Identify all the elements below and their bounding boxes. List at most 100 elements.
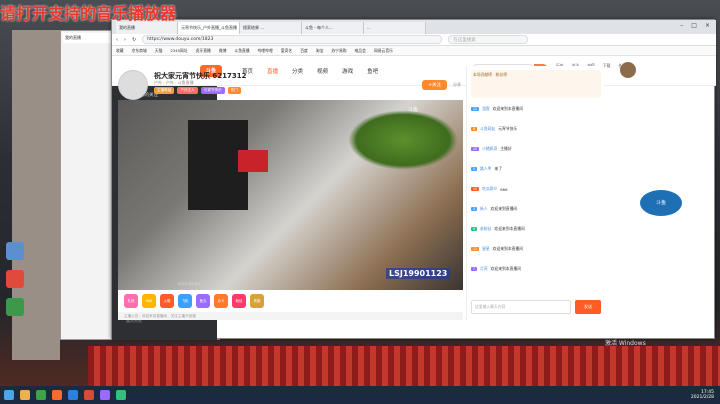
chat-user[interactable]: 斗鱼网友 (480, 126, 495, 132)
browser-tab-active[interactable]: 元宵节快乐_户外直播_斗鱼直播 (178, 22, 240, 34)
browser-tab[interactable]: 搜索结果 ... (240, 22, 302, 34)
browser-tab[interactable]: ... (364, 22, 426, 34)
level-badge: 9 (471, 227, 478, 231)
gift-bar: 礼物 666 火箭 飞机 鱼丸 办卡 粉丝 贵族 (118, 290, 463, 312)
video-player[interactable]: 斗鱼 2021.02.28 LSJ19901123 (118, 100, 463, 290)
bookmark[interactable]: 虎牙直播 (196, 48, 211, 54)
bookmark[interactable]: 哔哩哔哩 (258, 48, 273, 54)
chat-user[interactable]: 小猪佩奇 (482, 146, 497, 152)
chat-message: 12 游客 欢迎来到本直播间 (471, 106, 523, 112)
desktop-icon[interactable] (6, 242, 24, 260)
video-content (238, 150, 268, 172)
level-badge: 8 (471, 127, 478, 131)
chat-text: 主播好 (500, 146, 512, 151)
chat-user[interactable]: 吃瓜群众 (482, 186, 497, 192)
bookmark[interactable]: 淘宝 (316, 48, 324, 54)
overlay-title: 请打开支持的音乐播放器 (0, 4, 177, 23)
activate-windows-watermark: 激活 Windows (605, 340, 646, 347)
rank-board[interactable]: 本场贡献榜 · 粉丝榜 (471, 70, 601, 98)
app-icon[interactable] (100, 390, 110, 400)
chat-message: 8 斗鱼网友 元宵节快乐 (471, 126, 517, 132)
bookmark[interactable]: 2345网址 (170, 48, 187, 54)
desktop-icon[interactable] (6, 270, 24, 288)
bookmark[interactable]: 苏宁易购 (331, 48, 346, 54)
bookmark[interactable]: 京东商城 (132, 48, 147, 54)
chat-text: 欢迎来到本直播间 (490, 266, 521, 271)
room-meta: 户外 · 户外 · 斗鱼直播 (154, 80, 194, 85)
folder-icon[interactable] (20, 390, 30, 400)
follow-button[interactable]: +关注 (422, 80, 447, 90)
window-controls: – □ × (680, 22, 710, 29)
bookmarks-bar: 收藏 京东商城 天猫 2345网址 虎牙直播 微博 斗鱼直播 哔哩哔哩 爱奇艺 … (112, 46, 716, 56)
close-icon[interactable]: × (705, 22, 710, 29)
gift-item[interactable]: 飞机 (178, 294, 192, 308)
maximize-icon[interactable]: □ (691, 22, 697, 29)
gift-item[interactable]: 鱼丸 (196, 294, 210, 308)
start-icon[interactable] (4, 390, 14, 400)
user-avatar[interactable] (620, 62, 636, 78)
gift-item[interactable]: 礼物 (124, 294, 138, 308)
gift-item[interactable]: 办卡 (214, 294, 228, 308)
bookmark[interactable]: 微博 (219, 48, 227, 54)
app-icon[interactable] (68, 390, 78, 400)
chat-input[interactable]: 这里输入聊天内容 (471, 300, 571, 314)
video-watermark: 斗鱼 (408, 107, 419, 113)
chat-user[interactable]: 老粉丝 (480, 226, 491, 232)
chat-user[interactable]: 星星 (482, 246, 490, 252)
browser-search-input[interactable]: 在这里搜索 (448, 35, 529, 44)
gift-item[interactable]: 贵族 (250, 294, 264, 308)
chat-message: 11 星星 欢迎来到本直播间 (471, 246, 523, 252)
chat-user[interactable]: 月亮 (480, 266, 488, 272)
app-icon[interactable] (116, 390, 126, 400)
video-content (348, 110, 458, 170)
chat-text: 来了 (494, 166, 503, 171)
browser-tab[interactable]: 斗鱼 - 每个人... (302, 22, 364, 34)
chat-text: 欢迎来到本直播间 (492, 106, 524, 111)
chat-panel: 本场贡献榜 · 粉丝榜 12 游客 欢迎来到本直播间 8 斗鱼网友 元宵节快乐 20 小猪… (466, 66, 604, 320)
chat-user[interactable]: 游客 (482, 106, 490, 112)
gift-item[interactable]: 666 (142, 294, 156, 308)
room-badge: 热门 (227, 87, 241, 94)
bookmark[interactable]: 百度 (300, 48, 308, 54)
room-badge: 主播等级 (154, 87, 175, 94)
gift-item[interactable]: 粉丝 (232, 294, 246, 308)
gift-item[interactable]: 火箭 (160, 294, 174, 308)
url-input[interactable]: https://www.douyu.com/1823 (142, 35, 443, 44)
app-icon[interactable] (52, 390, 62, 400)
desktop-icon[interactable] (6, 298, 24, 316)
bookmark[interactable]: 网易云音乐 (374, 48, 393, 54)
send-button[interactable]: 发送 (575, 300, 601, 314)
decorative-strip (88, 346, 720, 386)
minimize-icon[interactable]: – (680, 22, 683, 29)
back-icon[interactable]: ‹ (116, 37, 118, 43)
bookmark[interactable]: 唯品会 (355, 48, 366, 54)
chat-message: 15 吃瓜群众 666 (471, 186, 508, 192)
bookmark[interactable]: 天猫 (155, 48, 163, 54)
forward-icon[interactable]: › (124, 37, 126, 43)
floating-widget[interactable]: 斗鱼 (640, 190, 682, 216)
chat-text: 欢迎来到本直播间 (494, 226, 525, 231)
bookmark[interactable]: 收藏 (116, 48, 124, 54)
room-badge: 元宵节快乐 (200, 87, 225, 94)
chat-user[interactable]: 新人 (480, 206, 488, 212)
share-button[interactable]: 分享 (451, 80, 463, 90)
room-actions: +关注 分享 (422, 80, 463, 90)
room-badges: 主播等级 户外达人 元宵节快乐 热门 (154, 87, 241, 94)
room-info: 祝大家元宵节快乐 6217312 户外 · 户外 · 斗鱼直播 主播等级 户外达… (118, 70, 463, 100)
chat-message: 3 新人 欢迎来到直播间 (471, 206, 517, 212)
address-bar: ‹ › ↻ https://www.douyu.com/1823 在这里搜索 (112, 34, 716, 46)
room-badge: 户外达人 (177, 87, 198, 94)
app-icon[interactable] (84, 390, 94, 400)
refresh-icon[interactable]: ↻ (132, 37, 136, 43)
bookmark[interactable]: 斗鱼直播 (234, 48, 249, 54)
system-clock[interactable]: 17:45 2021/2/28 (691, 390, 714, 400)
browser-icon[interactable] (36, 390, 46, 400)
chat-text: 欢迎来到本直播间 (492, 246, 524, 251)
level-badge: 5 (471, 167, 478, 171)
chat-user[interactable]: 路人甲 (480, 166, 491, 172)
level-badge: 7 (471, 267, 478, 271)
chat-message: 20 小猪佩奇 主播好 (471, 146, 512, 152)
bookmark[interactable]: 爱奇艺 (281, 48, 292, 54)
tab-bar: 我的直播 元宵节快乐_户外直播_斗鱼直播 搜索结果 ... 斗鱼 - 每个人..… (112, 20, 716, 34)
streamer-avatar[interactable] (118, 70, 148, 100)
